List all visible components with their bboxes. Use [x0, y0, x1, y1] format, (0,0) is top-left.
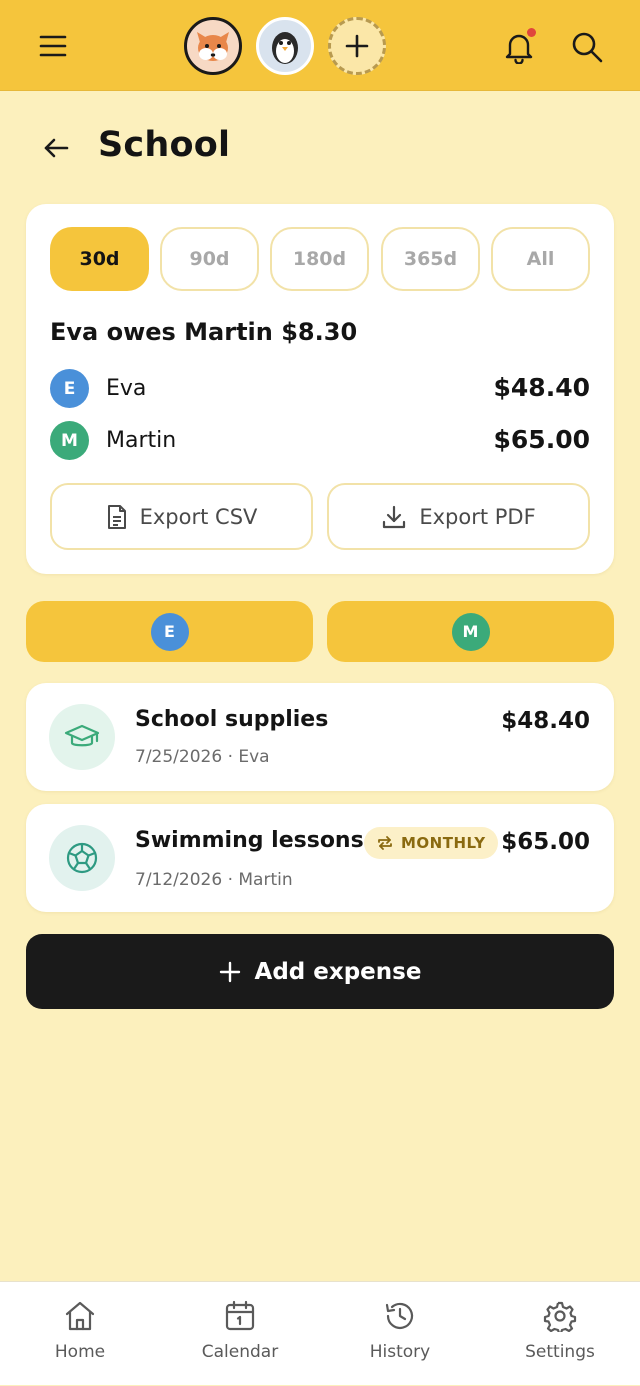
soccer-ball-icon [49, 825, 115, 891]
range-30d-button[interactable]: 30d [50, 227, 149, 291]
nav-calendar[interactable]: Calendar [160, 1282, 320, 1386]
range-90d-button[interactable]: 90d [160, 227, 259, 291]
expense-title: School supplies [135, 707, 329, 732]
avatar-martin: M [50, 421, 89, 460]
person-amount-eva: $48.40 [493, 373, 590, 402]
filter-eva-button[interactable]: E [26, 601, 313, 662]
nav-home[interactable]: Home [0, 1282, 160, 1386]
add-profile-button[interactable] [328, 17, 386, 75]
avatar-eva: E [150, 612, 189, 651]
plus-icon [219, 961, 240, 982]
add-expense-label: Add expense [254, 958, 422, 985]
nav-label: History [369, 1342, 431, 1362]
notification-dot [527, 28, 536, 37]
penguin-avatar[interactable] [256, 17, 314, 75]
recurring-badge: MONTHLY [364, 827, 498, 859]
range-all-button[interactable]: All [491, 227, 590, 291]
person-name-eva: Eva [106, 376, 147, 401]
export-csv-button[interactable]: Export CSV [50, 483, 313, 550]
export-csv-label: Export CSV [139, 504, 258, 529]
history-icon [385, 1302, 414, 1329]
home-icon [65, 1301, 95, 1331]
filter-martin-button[interactable]: M [327, 601, 614, 662]
add-expense-button[interactable]: Add expense [26, 934, 614, 1009]
penguin-icon [272, 32, 298, 64]
expense-meta: 7/12/2026 · Martin [135, 870, 293, 890]
search-icon[interactable] [568, 28, 606, 66]
file-icon [107, 504, 126, 529]
avatar-martin: M [451, 612, 490, 651]
range-365d-button[interactable]: 365d [381, 227, 480, 291]
back-arrow-icon[interactable] [38, 130, 74, 166]
nav-label: Calendar [201, 1342, 279, 1362]
person-amount-martin: $65.00 [493, 425, 590, 454]
graduation-cap-icon [49, 704, 115, 770]
balance-summary: Eva owes Martin $8.30 [50, 318, 358, 346]
nav-settings[interactable]: Settings [480, 1282, 640, 1386]
fox-icon [197, 32, 229, 61]
expense-amount: $48.40 [501, 708, 590, 734]
range-180d-button[interactable]: 180d [270, 227, 369, 291]
fox-avatar[interactable] [184, 17, 242, 75]
expense-amount: $65.00 [501, 829, 590, 855]
plus-icon [345, 34, 369, 58]
person-name-martin: Martin [106, 428, 177, 453]
calendar-icon [225, 1300, 255, 1331]
expense-title: Swimming lessons [135, 828, 364, 853]
nav-label: Home [54, 1342, 106, 1362]
export-pdf-label: Export PDF [419, 504, 536, 529]
nav-label: Settings [525, 1342, 595, 1362]
top-bar [0, 0, 640, 91]
page-title: School [98, 125, 231, 165]
repeat-icon [378, 836, 392, 850]
export-pdf-button[interactable]: Export PDF [327, 483, 590, 550]
nav-history[interactable]: History [320, 1282, 480, 1386]
bottom-nav: Home Calendar History Settings [0, 1281, 640, 1385]
hamburger-menu-icon[interactable] [34, 28, 72, 64]
badge-label: MONTHLY [401, 834, 486, 852]
download-icon [383, 505, 406, 528]
gear-icon [543, 1301, 577, 1332]
avatar-eva: E [50, 369, 89, 408]
expense-meta: 7/25/2026 · Eva [135, 747, 270, 767]
